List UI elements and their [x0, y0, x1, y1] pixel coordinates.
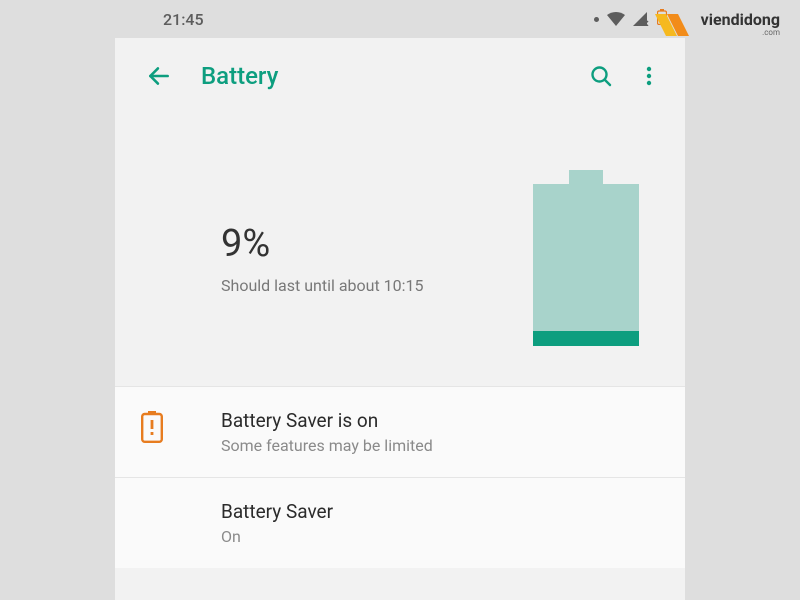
search-button[interactable]	[577, 52, 625, 100]
watermark-name: viendidong	[701, 12, 780, 28]
list-item-subtitle: On	[221, 527, 661, 546]
battery-saver-notice[interactable]: Battery Saver is on Some features may be…	[115, 386, 685, 477]
watermark-logo-icon	[655, 14, 695, 36]
cellular-signal-icon	[633, 12, 649, 26]
battery-level-icon	[533, 170, 639, 346]
wifi-icon	[607, 12, 625, 26]
status-bar: 21:45	[115, 0, 685, 38]
phone-screen: 21:45	[115, 0, 685, 600]
page-title: Battery	[201, 62, 577, 90]
watermark: viendidong .com	[655, 12, 780, 37]
watermark-suffix: .com	[701, 28, 780, 37]
notification-dot-icon	[594, 17, 599, 22]
list-item-title: Battery Saver	[221, 500, 661, 523]
battery-percentage: 9%	[221, 222, 533, 266]
battery-summary[interactable]: 9% Should last until about 10:15	[115, 114, 685, 386]
battery-summary-text: 9% Should last until about 10:15	[221, 222, 533, 295]
battery-estimate: Should last until about 10:15	[221, 276, 533, 295]
battery-alert-icon	[139, 409, 197, 443]
more-options-button[interactable]	[625, 52, 673, 100]
app-header: Battery	[115, 38, 685, 114]
list-item-subtitle: Some features may be limited	[221, 436, 661, 455]
back-button[interactable]	[139, 56, 179, 96]
list-item-title: Battery Saver is on	[221, 409, 661, 432]
battery-saver-setting[interactable]: Battery Saver On	[115, 477, 685, 568]
status-time: 21:45	[163, 10, 204, 29]
